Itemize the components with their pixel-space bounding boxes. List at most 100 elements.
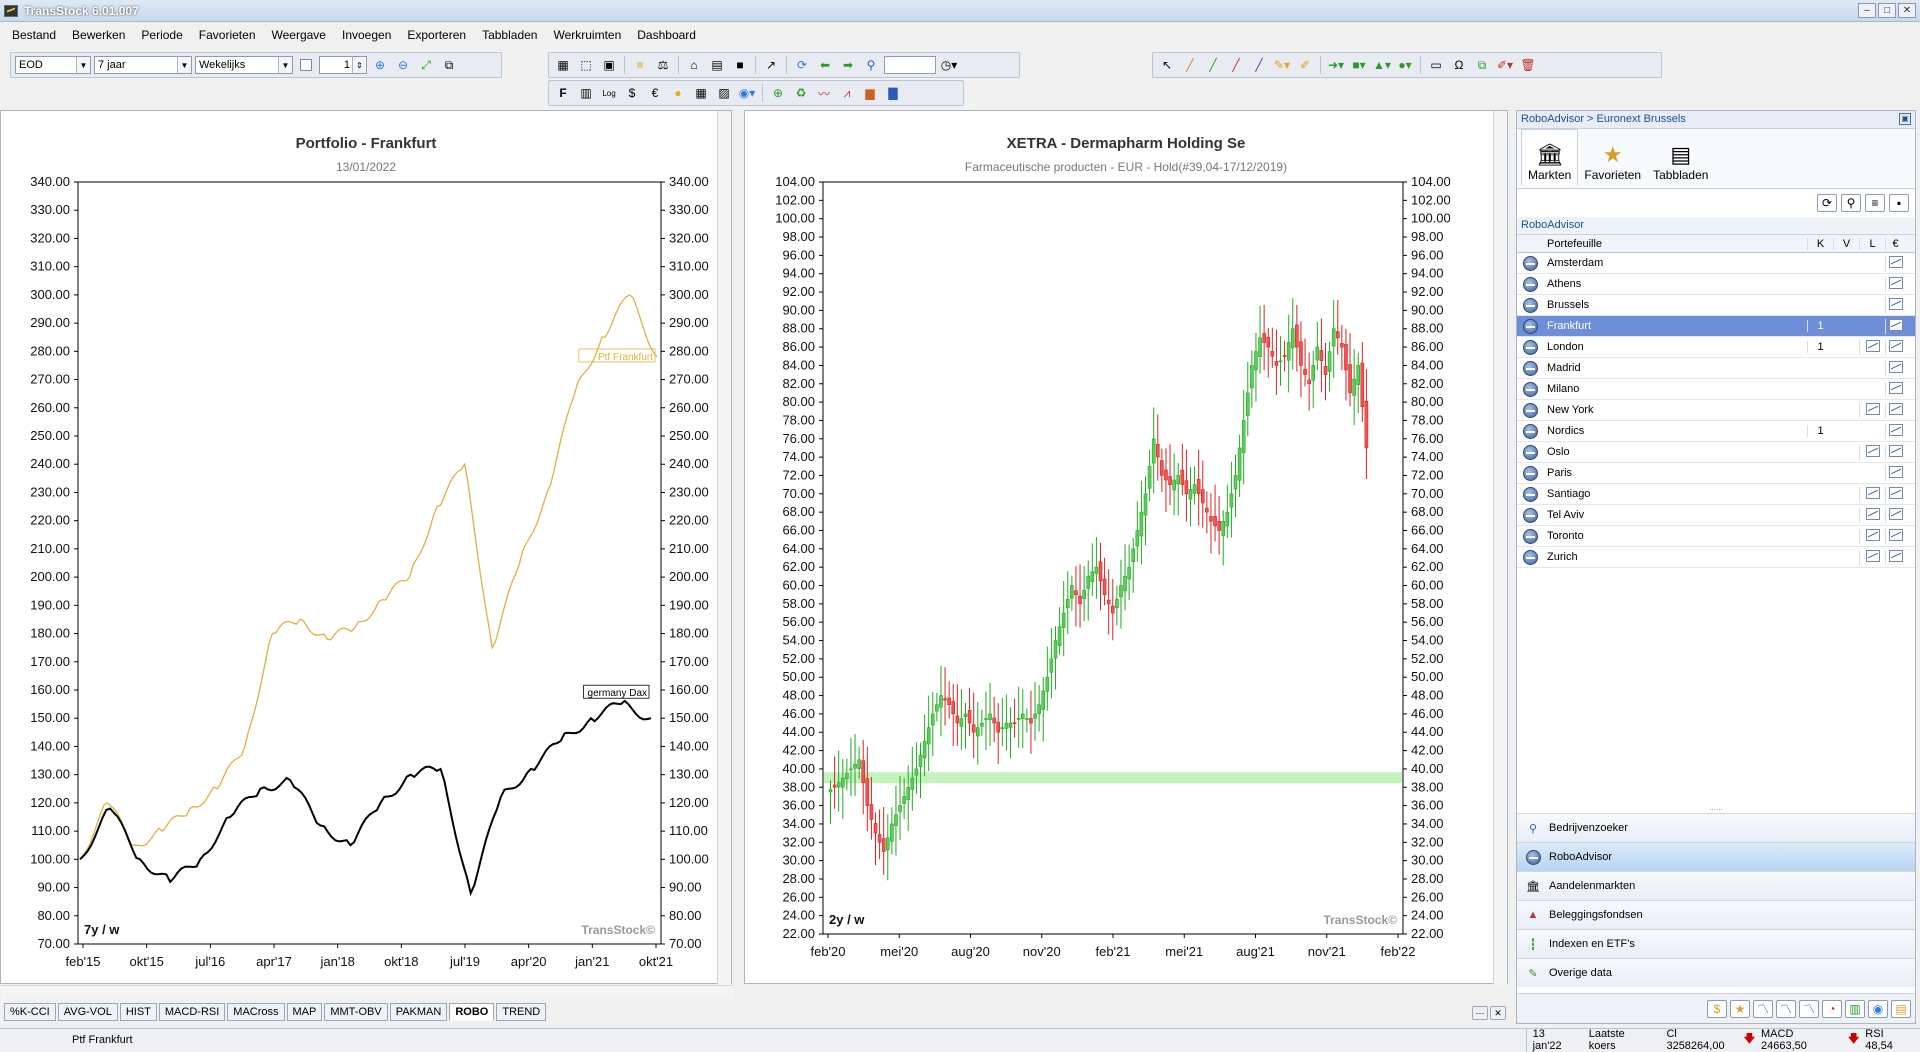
menu-werkruimten[interactable]: Werkruimten bbox=[545, 28, 629, 42]
rectangle-icon[interactable]: ■▾ bbox=[1349, 56, 1369, 74]
search-input[interactable] bbox=[884, 56, 936, 74]
close-button[interactable]: ✕ bbox=[1898, 3, 1916, 18]
signal-icon[interactable]: ⩘ bbox=[837, 84, 857, 102]
menu-favorieten[interactable]: Favorieten bbox=[191, 28, 264, 42]
l-value[interactable] bbox=[1859, 528, 1885, 544]
euro-value[interactable] bbox=[1885, 465, 1905, 481]
euro-value[interactable] bbox=[1885, 507, 1905, 523]
list-icon[interactable]: ≡ bbox=[1865, 194, 1885, 212]
zoom-out-icon[interactable]: ⊖ bbox=[393, 56, 413, 74]
volume-icon[interactable]: ▇ bbox=[883, 84, 903, 102]
green-line-icon[interactable]: ╱ bbox=[1203, 56, 1223, 74]
column-header-v[interactable]: V bbox=[1833, 237, 1859, 250]
chart2-icon[interactable]: 〽 bbox=[1776, 999, 1796, 1018]
l-value[interactable] bbox=[1859, 486, 1885, 502]
maximize-button[interactable]: □ bbox=[1878, 3, 1896, 18]
label-icon[interactable]: ▭ bbox=[1426, 56, 1446, 74]
open-external-icon[interactable]: ↗ bbox=[761, 56, 781, 74]
list-icon[interactable]: ≡ bbox=[630, 56, 650, 74]
list-item[interactable]: Madrid bbox=[1517, 358, 1915, 379]
tab-tabbladen[interactable]: ▤ Tabbladen bbox=[1647, 129, 1714, 185]
close-icon[interactable]: ✕ bbox=[1490, 1006, 1506, 1020]
tab-pakman[interactable]: PAKMAN bbox=[389, 1003, 448, 1021]
l-value[interactable] bbox=[1859, 339, 1885, 355]
tab-markten[interactable]: 🏛 Markten bbox=[1521, 129, 1579, 185]
vertical-scrollbar[interactable] bbox=[717, 111, 731, 985]
nav-roboadvisor[interactable]: RoboAdvisor bbox=[1517, 842, 1915, 871]
folder-icon[interactable]: ■ bbox=[730, 56, 750, 74]
log-scale-icon[interactable]: Log bbox=[599, 84, 619, 102]
pen-icon[interactable]: ✎▾ bbox=[1272, 56, 1292, 74]
list-item[interactable]: Paris bbox=[1517, 463, 1915, 484]
nav-indexen-etfs[interactable]: ┇ Indexen en ETF's bbox=[1517, 929, 1915, 958]
nav-beleggingsfondsen[interactable]: ▲ Beleggingsfondsen bbox=[1517, 900, 1915, 929]
l-value[interactable] bbox=[1859, 444, 1885, 460]
font-icon[interactable]: F bbox=[553, 84, 573, 102]
euro-value[interactable] bbox=[1885, 402, 1905, 418]
portfolio-chart[interactable]: 70.00 70.00 80.00 80.00 90.00 90.00 100.00 100.… bbox=[1, 111, 717, 971]
bulb-icon[interactable]: ● bbox=[668, 84, 688, 102]
arrow-left-icon[interactable]: ⬅ bbox=[815, 56, 835, 74]
menu-bestand[interactable]: Bestand bbox=[4, 28, 64, 42]
tab-hist[interactable]: HIST bbox=[119, 1003, 157, 1021]
euro-value[interactable] bbox=[1885, 276, 1905, 292]
euro-value[interactable] bbox=[1885, 444, 1905, 460]
euro-value[interactable] bbox=[1885, 423, 1905, 439]
menu-bewerken[interactable]: Bewerken bbox=[64, 28, 133, 42]
menu-periode[interactable]: Periode bbox=[133, 28, 190, 42]
blue-line-icon[interactable]: ╱ bbox=[1249, 56, 1269, 74]
column-header-k[interactable]: K bbox=[1807, 237, 1833, 250]
pin-icon[interactable]: ▣ bbox=[1899, 113, 1911, 125]
eraser-icon[interactable]: ✐▾ bbox=[1495, 56, 1515, 74]
tab-macross[interactable]: MACross bbox=[227, 1003, 285, 1021]
grid-icon[interactable]: ▦ bbox=[553, 56, 573, 74]
list-item[interactable]: New York bbox=[1517, 400, 1915, 421]
euro-icon[interactable]: € bbox=[645, 84, 665, 102]
red-line-icon[interactable]: ╱ bbox=[1226, 56, 1246, 74]
bar-chart-icon[interactable]: ▥ bbox=[576, 84, 596, 102]
star-icon[interactable]: ★ bbox=[1730, 999, 1750, 1018]
menu-dashboard[interactable]: Dashboard bbox=[629, 28, 704, 42]
candlestick-chart[interactable]: 22.00 22.00 24.00 24.00 26.00 26.00 28.00 28.00… bbox=[745, 111, 1493, 971]
chart-icon[interactable]: 〽 bbox=[1753, 999, 1773, 1018]
euro-value[interactable] bbox=[1885, 486, 1905, 502]
recycle-icon[interactable]: ♻ bbox=[791, 84, 811, 102]
clock-icon[interactable]: ◷▾ bbox=[939, 56, 959, 74]
dark-icon[interactable]: ▪ bbox=[1889, 194, 1909, 212]
triangle-icon[interactable]: ▲▾ bbox=[1372, 56, 1392, 74]
bank-icon[interactable]: ⌂ bbox=[684, 56, 704, 74]
tab-map[interactable]: MAP bbox=[286, 1003, 323, 1021]
l-value[interactable] bbox=[1859, 549, 1885, 565]
list-item[interactable]: Santiago bbox=[1517, 484, 1915, 505]
binoculars-icon[interactable]: ⚲ bbox=[861, 56, 881, 74]
table-icon[interactable]: ▦ bbox=[691, 84, 711, 102]
menu-exporteren[interactable]: Exporteren bbox=[399, 28, 474, 42]
list-item[interactable]: Toronto bbox=[1517, 526, 1915, 547]
highlighter-icon[interactable]: ✐ bbox=[1295, 56, 1315, 74]
copy-icon[interactable]: ⧉ bbox=[1472, 56, 1492, 74]
chart-image-icon[interactable]: ▨ bbox=[714, 84, 734, 102]
line-icon[interactable]: ╱ bbox=[1180, 56, 1200, 74]
horizontal-scrollbar[interactable] bbox=[1, 985, 733, 999]
list-item[interactable]: Tel Aviv bbox=[1517, 505, 1915, 526]
list-item[interactable]: Oslo bbox=[1517, 442, 1915, 463]
image-icon[interactable]: ▣ bbox=[599, 56, 619, 74]
list-item[interactable]: London 1 bbox=[1517, 337, 1915, 358]
globe-icon[interactable]: ◉ bbox=[1868, 999, 1888, 1018]
arrow-right-icon[interactable]: ➡ bbox=[838, 56, 858, 74]
more-icon[interactable]: ⋯ bbox=[1472, 1006, 1488, 1020]
minimize-button[interactable]: ‒ bbox=[1858, 3, 1876, 18]
euro-value[interactable] bbox=[1885, 255, 1905, 271]
list-item[interactable]: Athens bbox=[1517, 274, 1915, 295]
euro-value[interactable] bbox=[1885, 339, 1905, 355]
scroll-icon[interactable]: ▤ bbox=[1891, 999, 1911, 1018]
tab-kcci[interactable]: %K-CCI bbox=[4, 1003, 56, 1021]
coins-icon[interactable]: $ bbox=[1707, 999, 1727, 1018]
zoom-in-icon[interactable]: ⊕ bbox=[370, 56, 390, 74]
breadcrumb-text[interactable]: RoboAdvisor > Euronext Brussels bbox=[1521, 113, 1686, 125]
list-item[interactable]: Nordics 1 bbox=[1517, 421, 1915, 442]
vertical-scrollbar[interactable] bbox=[1493, 111, 1507, 985]
menu-invoegen[interactable]: Invoegen bbox=[334, 28, 399, 42]
tab-mmt-obv[interactable]: MMT-OBV bbox=[324, 1003, 388, 1021]
checkbox[interactable] bbox=[296, 56, 316, 74]
